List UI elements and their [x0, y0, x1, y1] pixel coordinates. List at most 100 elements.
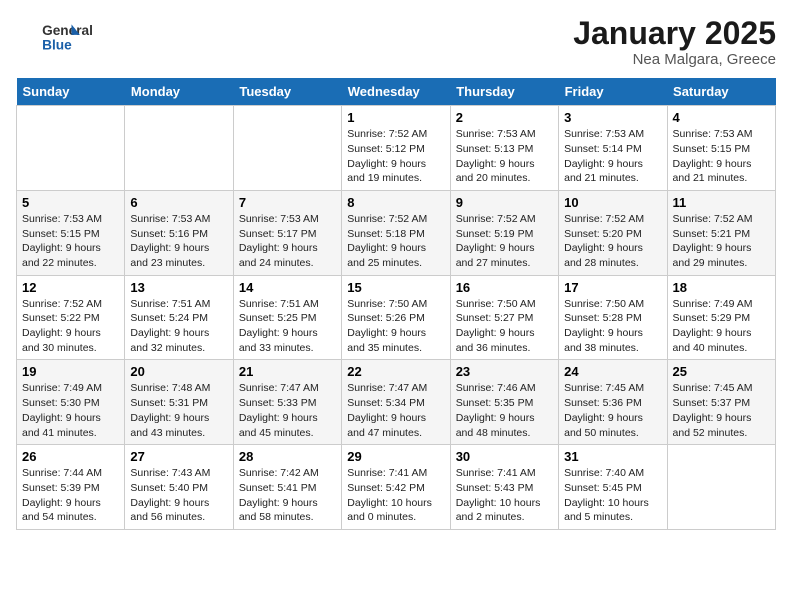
day-number: 5 [22, 195, 119, 210]
calendar-cell: 7 Sunrise: 7:53 AM Sunset: 5:17 PM Daylig… [233, 190, 341, 275]
day-number: 30 [456, 449, 553, 464]
calendar-cell: 10Sunrise: 7:52 AM Sunset: 5:20 PM Dayli… [559, 190, 667, 275]
day-info: Sunrise: 7:48 AM Sunset: 5:31 PM Dayligh… [130, 381, 227, 440]
day-info: Sunrise: 7:43 AM Sunset: 5:40 PM Dayligh… [130, 466, 227, 525]
day-number: 20 [130, 364, 227, 379]
day-number: 10 [564, 195, 661, 210]
weekday-header-saturday: Saturday [667, 78, 775, 106]
week-row-4: 19 Sunrise: 7:49 AM Sunset: 5:30 PM Dayli… [17, 360, 776, 445]
calendar-cell: 17Sunrise: 7:50 AM Sunset: 5:28 PM Dayli… [559, 275, 667, 360]
calendar-cell: 2 Sunrise: 7:53 AM Sunset: 5:13 PM Daylig… [450, 106, 558, 191]
day-info: Sunrise: 7:52 AM Sunset: 5:19 PM Dayligh… [456, 212, 553, 271]
day-number: 19 [22, 364, 119, 379]
day-info: Sunrise: 7:51 AM Sunset: 5:25 PM Dayligh… [239, 297, 336, 356]
calendar-cell: 25Sunrise: 7:45 AM Sunset: 5:37 PM Dayli… [667, 360, 775, 445]
day-info: Sunrise: 7:50 AM Sunset: 5:28 PM Dayligh… [564, 297, 661, 356]
calendar-cell: 27 Sunrise: 7:43 AM Sunset: 5:40 PM Dayli… [125, 445, 233, 530]
day-info: Sunrise: 7:47 AM Sunset: 5:34 PM Dayligh… [347, 381, 444, 440]
day-info: Sunrise: 7:52 AM Sunset: 5:12 PM Dayligh… [347, 127, 444, 186]
calendar-cell: 11Sunrise: 7:52 AM Sunset: 5:21 PM Dayli… [667, 190, 775, 275]
day-number: 21 [239, 364, 336, 379]
weekday-header-friday: Friday [559, 78, 667, 106]
calendar-subtitle: Nea Malgara, Greece [573, 51, 776, 68]
calendar-cell: 6 Sunrise: 7:53 AM Sunset: 5:16 PM Daylig… [125, 190, 233, 275]
day-number: 1 [347, 110, 444, 125]
day-info: Sunrise: 7:49 AM Sunset: 5:30 PM Dayligh… [22, 381, 119, 440]
day-number: 18 [673, 280, 770, 295]
day-number: 26 [22, 449, 119, 464]
week-row-5: 26Sunrise: 7:44 AM Sunset: 5:39 PM Dayli… [17, 445, 776, 530]
day-number: 31 [564, 449, 661, 464]
logo: General Blue [16, 16, 106, 58]
calendar-cell: 22 Sunrise: 7:47 AM Sunset: 5:34 PM Dayli… [342, 360, 450, 445]
day-number: 29 [347, 449, 444, 464]
week-row-3: 12Sunrise: 7:52 AM Sunset: 5:22 PM Dayli… [17, 275, 776, 360]
calendar-cell [233, 106, 341, 191]
calendar-cell: 24 Sunrise: 7:45 AM Sunset: 5:36 PM Dayli… [559, 360, 667, 445]
calendar-cell: 28 Sunrise: 7:42 AM Sunset: 5:41 PM Dayli… [233, 445, 341, 530]
day-info: Sunrise: 7:53 AM Sunset: 5:14 PM Dayligh… [564, 127, 661, 186]
svg-text:Blue: Blue [42, 38, 72, 53]
calendar-cell: 29 Sunrise: 7:41 AM Sunset: 5:42 PM Dayli… [342, 445, 450, 530]
day-info: Sunrise: 7:49 AM Sunset: 5:29 PM Dayligh… [673, 297, 770, 356]
day-info: Sunrise: 7:52 AM Sunset: 5:21 PM Dayligh… [673, 212, 770, 271]
weekday-header-monday: Monday [125, 78, 233, 106]
calendar-cell: 19 Sunrise: 7:49 AM Sunset: 5:30 PM Dayli… [17, 360, 125, 445]
weekday-header-thursday: Thursday [450, 78, 558, 106]
page-header: General Blue January 2025 Nea Malgara, G… [16, 16, 776, 68]
day-number: 14 [239, 280, 336, 295]
calendar-cell: 4 Sunrise: 7:53 AM Sunset: 5:15 PM Daylig… [667, 106, 775, 191]
day-info: Sunrise: 7:41 AM Sunset: 5:42 PM Dayligh… [347, 466, 444, 525]
day-number: 13 [130, 280, 227, 295]
weekday-header-tuesday: Tuesday [233, 78, 341, 106]
day-number: 3 [564, 110, 661, 125]
day-number: 2 [456, 110, 553, 125]
day-info: Sunrise: 7:50 AM Sunset: 5:27 PM Dayligh… [456, 297, 553, 356]
calendar-cell: 15Sunrise: 7:50 AM Sunset: 5:26 PM Dayli… [342, 275, 450, 360]
weekday-header-wednesday: Wednesday [342, 78, 450, 106]
day-number: 8 [347, 195, 444, 210]
calendar-cell: 31Sunrise: 7:40 AM Sunset: 5:45 PM Dayli… [559, 445, 667, 530]
day-info: Sunrise: 7:53 AM Sunset: 5:17 PM Dayligh… [239, 212, 336, 271]
day-number: 24 [564, 364, 661, 379]
day-number: 4 [673, 110, 770, 125]
calendar-cell [667, 445, 775, 530]
day-info: Sunrise: 7:51 AM Sunset: 5:24 PM Dayligh… [130, 297, 227, 356]
day-number: 9 [456, 195, 553, 210]
day-number: 7 [239, 195, 336, 210]
calendar-cell: 23 Sunrise: 7:46 AM Sunset: 5:35 PM Dayli… [450, 360, 558, 445]
day-info: Sunrise: 7:53 AM Sunset: 5:13 PM Dayligh… [456, 127, 553, 186]
day-number: 28 [239, 449, 336, 464]
svg-text:General: General [42, 23, 93, 38]
day-info: Sunrise: 7:53 AM Sunset: 5:16 PM Dayligh… [130, 212, 227, 271]
day-info: Sunrise: 7:52 AM Sunset: 5:18 PM Dayligh… [347, 212, 444, 271]
calendar-cell [17, 106, 125, 191]
calendar-cell: 1 Sunrise: 7:52 AM Sunset: 5:12 PM Daylig… [342, 106, 450, 191]
day-info: Sunrise: 7:41 AM Sunset: 5:43 PM Dayligh… [456, 466, 553, 525]
day-info: Sunrise: 7:50 AM Sunset: 5:26 PM Dayligh… [347, 297, 444, 356]
title-block: January 2025 Nea Malgara, Greece [573, 16, 776, 68]
day-info: Sunrise: 7:42 AM Sunset: 5:41 PM Dayligh… [239, 466, 336, 525]
calendar-cell: 30 Sunrise: 7:41 AM Sunset: 5:43 PM Dayli… [450, 445, 558, 530]
day-info: Sunrise: 7:45 AM Sunset: 5:36 PM Dayligh… [564, 381, 661, 440]
day-number: 6 [130, 195, 227, 210]
weekday-header-row: SundayMondayTuesdayWednesdayThursdayFrid… [17, 78, 776, 106]
calendar-cell: 14 Sunrise: 7:51 AM Sunset: 5:25 PM Dayli… [233, 275, 341, 360]
day-info: Sunrise: 7:46 AM Sunset: 5:35 PM Dayligh… [456, 381, 553, 440]
week-row-2: 5Sunrise: 7:53 AM Sunset: 5:15 PM Daylig… [17, 190, 776, 275]
day-number: 27 [130, 449, 227, 464]
weekday-header-sunday: Sunday [17, 78, 125, 106]
day-info: Sunrise: 7:45 AM Sunset: 5:37 PM Dayligh… [673, 381, 770, 440]
calendar-cell: 21Sunrise: 7:47 AM Sunset: 5:33 PM Dayli… [233, 360, 341, 445]
calendar-cell: 16Sunrise: 7:50 AM Sunset: 5:27 PM Dayli… [450, 275, 558, 360]
calendar-cell: 9 Sunrise: 7:52 AM Sunset: 5:19 PM Daylig… [450, 190, 558, 275]
calendar-cell [125, 106, 233, 191]
day-number: 23 [456, 364, 553, 379]
day-info: Sunrise: 7:52 AM Sunset: 5:22 PM Dayligh… [22, 297, 119, 356]
calendar-cell: 12Sunrise: 7:52 AM Sunset: 5:22 PM Dayli… [17, 275, 125, 360]
calendar-cell: 8 Sunrise: 7:52 AM Sunset: 5:18 PM Daylig… [342, 190, 450, 275]
calendar-cell: 13 Sunrise: 7:51 AM Sunset: 5:24 PM Dayli… [125, 275, 233, 360]
day-info: Sunrise: 7:53 AM Sunset: 5:15 PM Dayligh… [673, 127, 770, 186]
day-number: 22 [347, 364, 444, 379]
calendar-cell: 5Sunrise: 7:53 AM Sunset: 5:15 PM Daylig… [17, 190, 125, 275]
